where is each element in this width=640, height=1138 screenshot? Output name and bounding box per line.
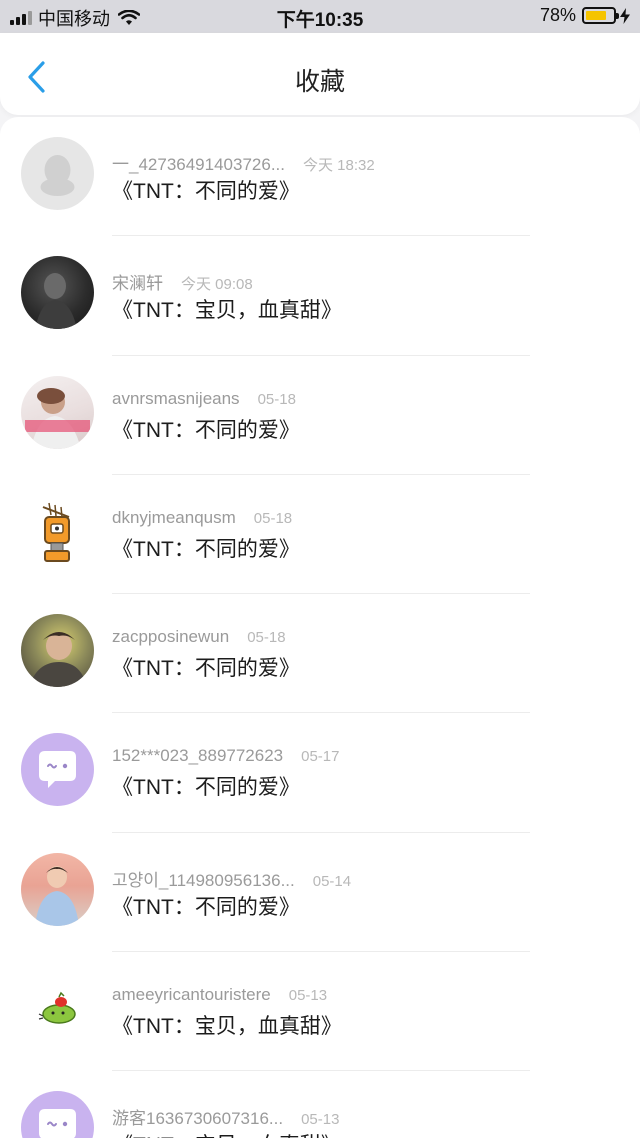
nav-bar: 收藏 bbox=[0, 33, 640, 115]
list-item[interactable]: 游客1636730607316... 05-13 《TNT：宝贝，血真甜》 bbox=[0, 1071, 640, 1138]
photo-avatar[interactable] bbox=[21, 614, 94, 688]
work-title[interactable]: 《TNT：不同的爱》 bbox=[112, 771, 300, 801]
favorites-page: 中国移动 下午10:35 78% 收藏 一_42736491403726... … bbox=[0, 0, 640, 1138]
list-item[interactable]: zacpposinewun 05-18 《TNT：不同的爱》 bbox=[0, 594, 640, 714]
robot-icon bbox=[42, 502, 70, 562]
battery-fill bbox=[586, 11, 607, 20]
photo-silhouette bbox=[35, 865, 79, 926]
list-item[interactable]: 고양이_114980956136... 05-14 《TNT：不同的爱》 bbox=[0, 833, 640, 953]
username[interactable]: 宋澜轩 bbox=[112, 269, 163, 294]
chat-bubble-avatar[interactable] bbox=[21, 1091, 94, 1138]
timestamp: 05-18 bbox=[253, 509, 293, 527]
timestamp: 05-13 bbox=[301, 1111, 340, 1129]
timestamp: 05-18 bbox=[257, 390, 296, 408]
list-item[interactable]: avnrsmasnijeans 05-18 《TNT：不同的爱》 bbox=[0, 356, 640, 475]
work-title[interactable]: 《TNT：宝贝，血真甜》 bbox=[112, 1129, 342, 1138]
favorites-list: 一_42736491403726... 今天 18:32 《TNT：不同的爱》 … bbox=[0, 117, 640, 1138]
list-item[interactable]: 一_42736491403726... 今天 18:32 《TNT：不同的爱》 bbox=[0, 117, 640, 237]
work-title[interactable]: 《TNT：宝贝，血真甜》 bbox=[112, 294, 342, 324]
work-title[interactable]: 《TNT：宝贝，血真甜》 bbox=[112, 1010, 342, 1040]
charging-icon bbox=[620, 7, 630, 24]
photo-silhouette bbox=[29, 632, 87, 688]
work-title[interactable]: 《TNT：不同的爱》 bbox=[112, 414, 300, 444]
list-item[interactable]: ameeyricantouristere 05-13 《TNT：宝贝，血真甜》 bbox=[0, 952, 640, 1072]
timestamp: 今天 18:32 bbox=[303, 157, 375, 174]
photo-silhouette bbox=[35, 273, 77, 330]
list-item[interactable]: 152***023_889772623 05-17 《TNT：不同的爱》 bbox=[0, 713, 640, 833]
cartoon-icon bbox=[38, 991, 76, 1024]
timestamp: 05-13 bbox=[288, 987, 328, 1005]
chat-bubble-icon bbox=[39, 751, 76, 789]
timestamp: 05-14 bbox=[312, 872, 352, 890]
username[interactable]: avnrsmasnijeans bbox=[112, 389, 240, 409]
timestamp: 05-17 bbox=[301, 748, 340, 766]
photo-avatar[interactable] bbox=[21, 256, 94, 330]
photo-avatar[interactable] bbox=[21, 375, 94, 449]
robot-avatar[interactable] bbox=[21, 494, 94, 568]
page-title: 收藏 bbox=[294, 68, 345, 96]
penguin-placeholder-icon bbox=[40, 155, 75, 196]
photo-silhouette bbox=[25, 387, 90, 449]
status-bar: 中国移动 下午10:35 78% bbox=[0, 0, 640, 33]
work-title[interactable]: 《TNT：不同的爱》 bbox=[112, 891, 300, 921]
username[interactable]: ameeyricantouristere bbox=[112, 985, 271, 1005]
battery-percent: 78% bbox=[539, 5, 576, 25]
username[interactable]: 고양이_114980956136... bbox=[112, 866, 295, 891]
list-item[interactable]: dknyjmeanqusm 05-18 《TNT：不同的爱》 bbox=[0, 475, 640, 595]
username[interactable]: zacpposinewun bbox=[112, 627, 229, 647]
battery-icon bbox=[582, 7, 619, 24]
username[interactable]: 游客1636730607316... bbox=[112, 1104, 283, 1129]
work-title[interactable]: 《TNT：不同的爱》 bbox=[112, 175, 300, 205]
timestamp: 05-18 bbox=[247, 629, 286, 647]
work-title[interactable]: 《TNT：不同的爱》 bbox=[112, 533, 300, 563]
photo-avatar[interactable] bbox=[21, 852, 94, 926]
username[interactable]: 一_42736491403726... bbox=[112, 150, 285, 175]
cartoon-avatar[interactable] bbox=[21, 972, 94, 1046]
username[interactable]: dknyjmeanqusm bbox=[112, 508, 236, 528]
default-avatar[interactable] bbox=[21, 137, 94, 210]
timestamp: 今天 09:08 bbox=[181, 276, 253, 294]
list-item[interactable]: 宋澜轩 今天 09:08 《TNT：宝贝，血真甜》 bbox=[0, 236, 640, 356]
work-title[interactable]: 《TNT：不同的爱》 bbox=[112, 652, 300, 682]
chat-bubble-icon bbox=[39, 1109, 76, 1138]
chat-bubble-avatar[interactable] bbox=[21, 733, 94, 807]
username[interactable]: 152***023_889772623 bbox=[112, 746, 283, 766]
